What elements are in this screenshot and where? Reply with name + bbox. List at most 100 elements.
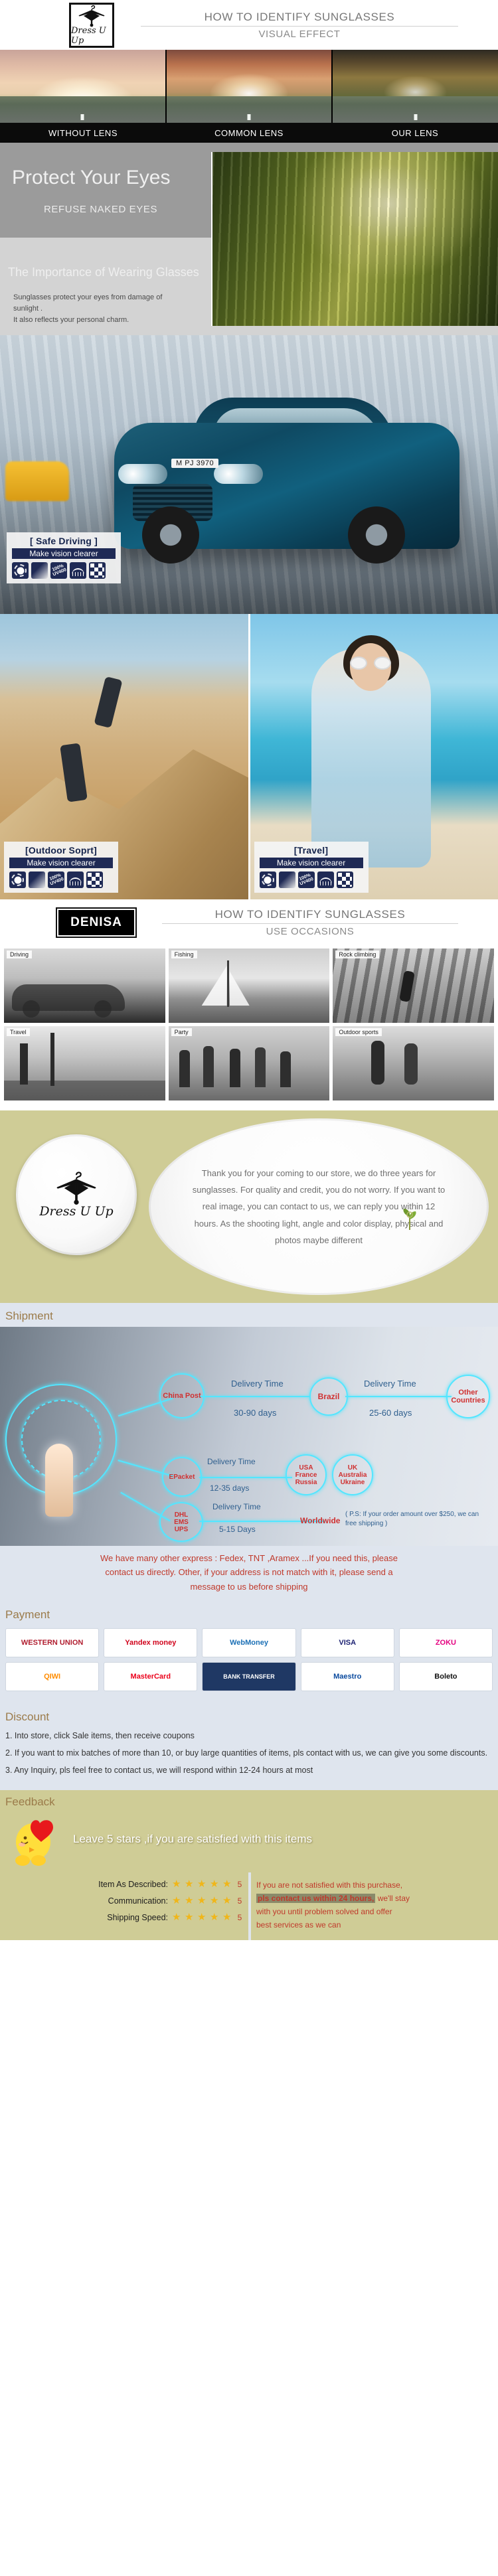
star-icon[interactable]: ★	[222, 1896, 232, 1906]
destination-label-uk: UK Australia Ukraine	[338, 1464, 367, 1486]
badge-feature-icons: 100% UV400	[12, 562, 116, 579]
star-icon[interactable]: ★	[222, 1912, 232, 1922]
rating-stars[interactable]: ★ ★ ★ ★ ★	[172, 1896, 232, 1906]
runner-silhouette-1	[371, 1041, 385, 1085]
sunglasses-worn	[349, 656, 391, 670]
star-icon[interactable]: ★	[172, 1912, 182, 1922]
boleto-logo[interactable]: Boleto	[398, 1662, 493, 1692]
star-icon[interactable]: ★	[172, 1896, 182, 1906]
zoku-logo[interactable]: ZOKU	[398, 1628, 493, 1658]
delivery-label-worldwide: Delivery Time	[212, 1502, 261, 1511]
shipment-section: Shipment China Post Delivery Time 30-90 …	[0, 1303, 498, 1602]
free-shipping-note: ( P.S: If your order amount over $250, w…	[345, 1511, 479, 1527]
carrier-node-express: DHL EMS UPS	[159, 1502, 203, 1542]
occasion-label: Travel	[7, 1028, 30, 1036]
star-icon[interactable]: ★	[210, 1896, 220, 1906]
party-person-4	[254, 1047, 266, 1087]
car-wheel-front	[142, 506, 199, 564]
warning-line-3: with you until problem solved and offer	[256, 1906, 392, 1916]
payment-title: Payment	[5, 1608, 50, 1622]
delivery-label-usa: Delivery Time	[207, 1457, 256, 1466]
star-icon[interactable]: ★	[197, 1912, 207, 1922]
protect-subtitle: REFUSE NAKED EYES	[44, 204, 158, 215]
star-icon[interactable]: ★	[185, 1879, 195, 1889]
delivery-time-worldwide: 5-15 Days	[219, 1525, 256, 1534]
occasion-cell-outdoor-sports: Outdoor sports	[333, 1026, 495, 1100]
header-titles: HOW TO IDENTIFY SUNGLASSES VISUAL EFFECT	[141, 11, 498, 40]
carrier-label-epacket: EPacket	[169, 1473, 195, 1481]
car-headlight-left	[118, 464, 167, 484]
warning-highlight: pls contact us within 24 hours,	[256, 1894, 376, 1904]
delivery-label-brazil: Delivery Time	[231, 1379, 284, 1389]
star-icon[interactable]: ★	[185, 1896, 195, 1906]
runner-silhouette-2	[404, 1043, 418, 1085]
lens-label-our: OUR LENS	[391, 127, 439, 138]
link-epacket-to-usa	[199, 1477, 292, 1478]
checker-polarized-icon	[89, 562, 106, 579]
visa-logo[interactable]: VISA	[300, 1628, 394, 1658]
protect-eyes-section: Protect Your Eyes REFUSE NAKED EYES The …	[0, 143, 498, 335]
rating-label: Item As Described:	[98, 1879, 168, 1889]
car-license-plate: M PJ 3970	[171, 459, 219, 468]
rating-label: Shipping Speed:	[107, 1912, 168, 1922]
star-icon[interactable]: ★	[210, 1912, 220, 1922]
western-union-logo[interactable]: WESTERN UNION	[5, 1628, 100, 1658]
occasions-title-line1: HOW TO IDENTIFY SUNGLASSES	[214, 908, 406, 921]
thank-you-text: Thank you for your coming to our store, …	[192, 1168, 446, 1246]
destination-label-other: Other Countries	[451, 1389, 485, 1404]
maestro-logo[interactable]: Maestro	[300, 1662, 394, 1692]
rating-stars[interactable]: ★ ★ ★ ★ ★	[172, 1879, 232, 1889]
lens-label-without: WITHOUT LENS	[48, 127, 118, 138]
rating-stars[interactable]: ★ ★ ★ ★ ★	[172, 1912, 232, 1922]
thank-you-bubble: Thank you for your coming to our store, …	[149, 1118, 489, 1295]
eye-lash-icon	[70, 562, 86, 579]
discount-title: Discount	[5, 1710, 50, 1724]
eye-lash-icon	[317, 871, 334, 888]
blue-suv-car	[114, 398, 459, 564]
comparison-panel-without-lens	[0, 50, 165, 123]
star-icon[interactable]: ★	[197, 1879, 207, 1889]
header-divider	[141, 25, 458, 27]
yandex-money-logo[interactable]: Yandex money	[104, 1628, 198, 1658]
webmoney-logo[interactable]: WebMoney	[202, 1628, 296, 1658]
checker-polarized-icon	[336, 871, 353, 888]
discount-section: Discount 1. Into store, click Sale items…	[0, 1704, 498, 1791]
payment-row-2: QIWI MasterCard BANK TRANSFER Maestro Bo…	[5, 1662, 493, 1692]
sail-right	[229, 971, 250, 1006]
rating-area: Item As Described: ★ ★ ★ ★ ★ 5 Communica…	[0, 1872, 498, 1940]
sailboat-mast	[226, 960, 229, 1007]
outdoor-sport-badge: [Outdoor Soprt] Make vision clearer 100%…	[4, 842, 118, 893]
discount-item-2: 2. If you want to mix batches of more th…	[5, 1748, 488, 1758]
star-icon[interactable]: ★	[197, 1896, 207, 1906]
lens-label-common: COMMON LENS	[214, 127, 284, 138]
eye-lash-icon	[67, 871, 84, 888]
sail-left	[201, 966, 227, 1006]
comparison-panel-common-lens	[166, 50, 332, 123]
link-brazil-to-other	[345, 1396, 452, 1397]
destination-node-brazil: Brazil	[309, 1377, 348, 1416]
leaf-sprout-icon	[403, 1209, 416, 1230]
comparison-panel-our-lens	[333, 50, 498, 123]
occasion-label: Fishing	[171, 950, 197, 958]
occasion-label: Rock climbing	[335, 950, 380, 958]
star-icon[interactable]: ★	[210, 1879, 220, 1889]
background-taxi	[5, 461, 69, 501]
brand-header: Dress U Up HOW TO IDENTIFY SUNGLASSES VI…	[0, 0, 498, 50]
destination-node-uk-australia-ukraine: UK Australia Ukraine	[332, 1454, 373, 1495]
star-icon[interactable]: ★	[222, 1879, 232, 1889]
mastercard-logo[interactable]: MasterCard	[104, 1662, 198, 1692]
star-icon[interactable]: ★	[185, 1912, 195, 1922]
badge-feature-icons: 100% UV400	[259, 871, 363, 888]
badge-title: [Travel]	[293, 845, 329, 856]
road	[333, 96, 498, 123]
travel-badge: [Travel] Make vision clearer 100% UV400	[254, 842, 369, 893]
destination-label-brazil: Brazil	[317, 1392, 340, 1401]
occasion-cell-party: Party	[168, 1026, 330, 1100]
qiwi-logo[interactable]: QIWI	[5, 1662, 100, 1692]
sun-glare-icon	[12, 562, 29, 579]
star-icon[interactable]: ★	[172, 1879, 182, 1889]
delivery-time-usa: 12-35 days	[210, 1483, 250, 1493]
shipment-note-line3: message to us before shipping	[190, 1581, 308, 1592]
bank-transfer-logo[interactable]: BANK TRANSFER	[202, 1662, 296, 1692]
badge-subtitle: Make vision clearer	[259, 858, 363, 868]
